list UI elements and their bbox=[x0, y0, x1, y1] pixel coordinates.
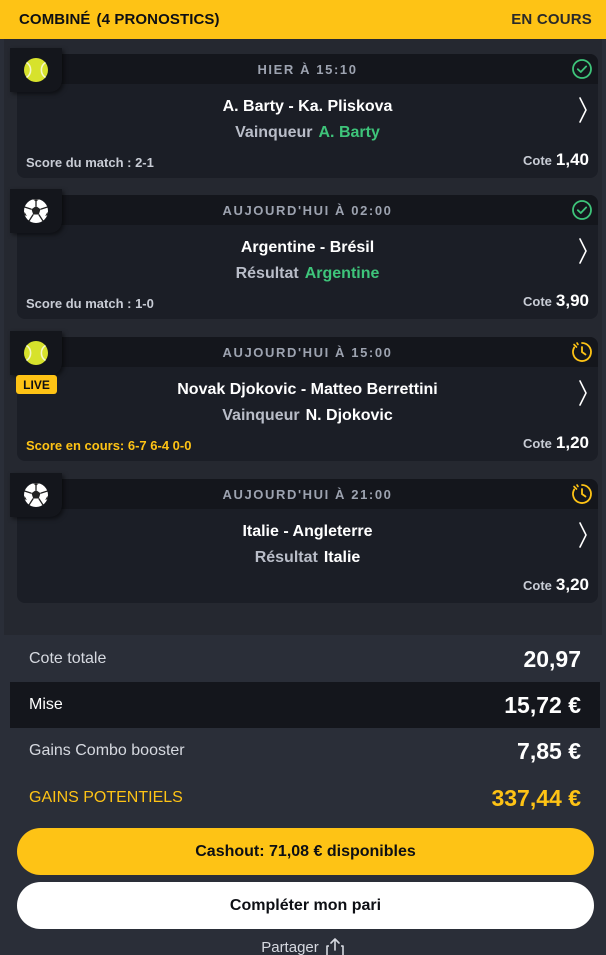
match-score: Score en cours: 6-7 6-4 0-0 bbox=[26, 438, 192, 453]
odds-value: 3,20 bbox=[555, 575, 589, 594]
stake-label: Mise bbox=[29, 696, 63, 713]
match-score: Score du match : 2-1 bbox=[26, 155, 154, 170]
market-label: Résultat bbox=[254, 549, 318, 566]
potential-gains-row: GAINS POTENTIELS 337,44 € bbox=[10, 775, 600, 821]
chevron-right-icon[interactable] bbox=[578, 96, 588, 124]
stake-value: 15,72 € bbox=[504, 691, 581, 718]
bet-card-header: AUJOURD'HUI À 02:00 bbox=[17, 195, 598, 225]
check-circle-icon bbox=[572, 59, 592, 79]
bet-pick: Vainqueur N. Djokovic bbox=[17, 407, 598, 425]
match-score: Score du match : 1-0 bbox=[26, 296, 154, 311]
cashout-button[interactable]: Cashout: 71,08 € disponibles bbox=[17, 828, 594, 875]
total-odds-row: Cote totale 20,97 bbox=[10, 636, 600, 682]
booster-value: 7,85 € bbox=[517, 737, 581, 764]
bet-card-1[interactable]: HIER À 15:10 A. Barty - Ka. Pliskova Vai… bbox=[10, 48, 598, 178]
bet-card-2[interactable]: AUJOURD'HUI À 02:00 Argentine - Brésil R… bbox=[10, 189, 598, 319]
bet-type-title: COMBINÉ (4 PRONOSTICS) bbox=[19, 11, 220, 28]
sport-badge bbox=[10, 473, 62, 517]
bet-odds: Cote 1,40 bbox=[523, 150, 589, 170]
selection-label: N. Djokovic bbox=[305, 407, 393, 424]
tennis-ball-icon bbox=[24, 58, 48, 82]
bet-card-header: AUJOURD'HUI À 15:00 bbox=[17, 337, 598, 367]
bet-odds: Cote 3,90 bbox=[523, 291, 589, 311]
sport-badge bbox=[10, 331, 62, 375]
potential-gains-value: 337,44 € bbox=[491, 784, 581, 811]
bet-type-label: COMBINÉ bbox=[19, 11, 91, 28]
match-name: Italie - Angleterre bbox=[242, 523, 373, 540]
market-label: Résultat bbox=[235, 265, 299, 282]
bets-list: HIER À 15:10 A. Barty - Ka. Pliskova Vai… bbox=[4, 39, 602, 635]
match-time: AUJOURD'HUI À 02:00 bbox=[222, 202, 393, 218]
bet-odds: Cote 3,20 bbox=[523, 575, 589, 595]
complete-bet-button[interactable]: Compléter mon pari bbox=[17, 882, 594, 929]
prediction-count: (4 PRONOSTICS) bbox=[96, 11, 220, 28]
chevron-right-icon[interactable] bbox=[578, 521, 588, 549]
bet-card-3[interactable]: AUJOURD'HUI À 15:00 LIVE Novak Djokovic … bbox=[10, 331, 598, 461]
odds-label: Cote bbox=[523, 436, 552, 451]
clock-pending-icon bbox=[572, 484, 592, 504]
total-odds-label: Cote totale bbox=[29, 650, 107, 667]
odds-label: Cote bbox=[523, 153, 552, 168]
check-circle-icon bbox=[572, 200, 592, 220]
share-button[interactable]: Partager bbox=[0, 936, 606, 955]
market-label: Vainqueur bbox=[235, 124, 313, 141]
total-odds-value: 20,97 bbox=[523, 645, 581, 672]
selection-label: Argentine bbox=[304, 265, 380, 282]
bet-card-header: HIER À 15:10 bbox=[17, 54, 598, 84]
match-time: HIER À 15:10 bbox=[257, 61, 358, 77]
match-name: Novak Djokovic - Matteo Berrettini bbox=[177, 381, 438, 398]
tennis-ball-icon bbox=[24, 341, 48, 365]
match-name: A. Barty - Ka. Pliskova bbox=[222, 98, 393, 115]
share-label: Partager bbox=[261, 938, 319, 955]
clock-pending-icon bbox=[572, 342, 592, 362]
market-label: Vainqueur bbox=[222, 407, 300, 424]
odds-value: 3,90 bbox=[555, 291, 589, 310]
selection-label: Italie bbox=[323, 549, 361, 566]
potential-gains-label: GAINS POTENTIELS bbox=[29, 789, 183, 806]
match-time: AUJOURD'HUI À 21:00 bbox=[222, 486, 393, 502]
booster-row: Gains Combo booster 7,85 € bbox=[10, 728, 600, 774]
sport-badge bbox=[10, 48, 62, 92]
bet-card-4[interactable]: AUJOURD'HUI À 21:00 Italie - Angleterre … bbox=[10, 473, 598, 603]
match-time: AUJOURD'HUI À 15:00 bbox=[222, 344, 393, 360]
odds-label: Cote bbox=[523, 578, 552, 593]
selection-label: A. Barty bbox=[318, 124, 380, 141]
chevron-right-icon[interactable] bbox=[578, 237, 588, 265]
match-name: Argentine - Brésil bbox=[240, 239, 375, 256]
share-icon bbox=[325, 938, 344, 955]
odds-value: 1,20 bbox=[555, 433, 589, 452]
bet-pick: Résultat Italie bbox=[17, 549, 598, 567]
odds-value: 1,40 bbox=[555, 150, 589, 169]
chevron-right-icon[interactable] bbox=[578, 379, 588, 407]
soccer-ball-icon bbox=[24, 483, 48, 507]
bet-card-header: AUJOURD'HUI À 21:00 bbox=[17, 479, 598, 509]
booster-label: Gains Combo booster bbox=[29, 742, 185, 759]
stake-row: Mise 15,72 € bbox=[10, 682, 600, 728]
bet-pick: Vainqueur A. Barty bbox=[17, 124, 598, 142]
bet-pick: Résultat Argentine bbox=[17, 265, 598, 283]
sport-badge bbox=[10, 189, 62, 233]
soccer-ball-icon bbox=[24, 199, 48, 223]
bet-status: EN COURS bbox=[511, 11, 592, 28]
bet-odds: Cote 1,20 bbox=[523, 433, 589, 453]
bet-header: COMBINÉ (4 PRONOSTICS) EN COURS bbox=[0, 0, 606, 39]
odds-label: Cote bbox=[523, 294, 552, 309]
